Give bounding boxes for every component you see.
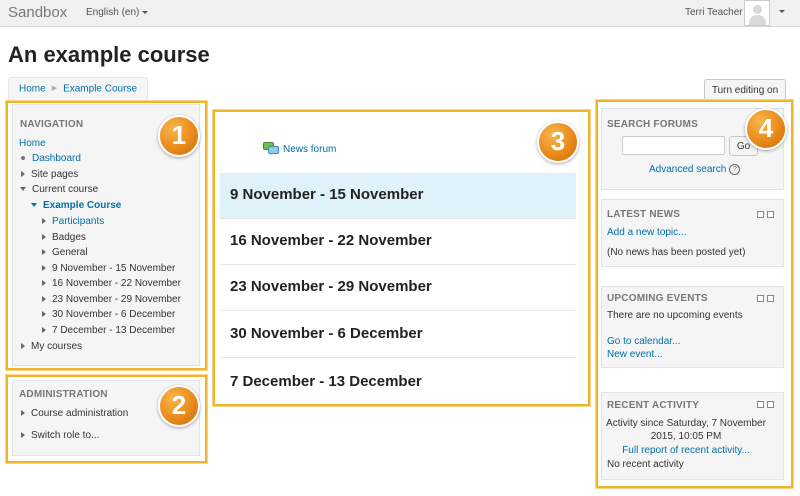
language-menu[interactable]: English (en) bbox=[86, 7, 149, 18]
top-navbar: Sandbox English (en) Terri Teacher bbox=[0, 0, 800, 27]
marker-1: 1 bbox=[158, 115, 200, 157]
highlight-frame-4 bbox=[596, 100, 793, 488]
highlight-frame-3 bbox=[213, 110, 590, 406]
breadcrumb: Home ▶ Example Course bbox=[8, 77, 148, 101]
avatar-head bbox=[753, 5, 762, 14]
user-name[interactable]: Terri Teacher bbox=[685, 7, 743, 18]
chevron-down-icon bbox=[142, 10, 149, 14]
user-menu-chevron-icon[interactable] bbox=[779, 10, 785, 13]
marker-2: 2 bbox=[158, 385, 200, 427]
marker-3: 3 bbox=[537, 121, 579, 163]
marker-4: 4 bbox=[745, 108, 787, 150]
page-title: An example course bbox=[8, 42, 210, 67]
avatar[interactable] bbox=[744, 0, 770, 26]
breadcrumb-course[interactable]: Example Course bbox=[63, 84, 137, 95]
site-brand[interactable]: Sandbox bbox=[8, 4, 67, 21]
avatar-body bbox=[749, 15, 766, 25]
turn-editing-on-button[interactable]: Turn editing on bbox=[704, 79, 786, 102]
breadcrumb-home[interactable]: Home bbox=[19, 84, 46, 95]
language-label: English (en) bbox=[86, 7, 140, 18]
breadcrumb-separator-icon: ▶ bbox=[51, 85, 58, 92]
